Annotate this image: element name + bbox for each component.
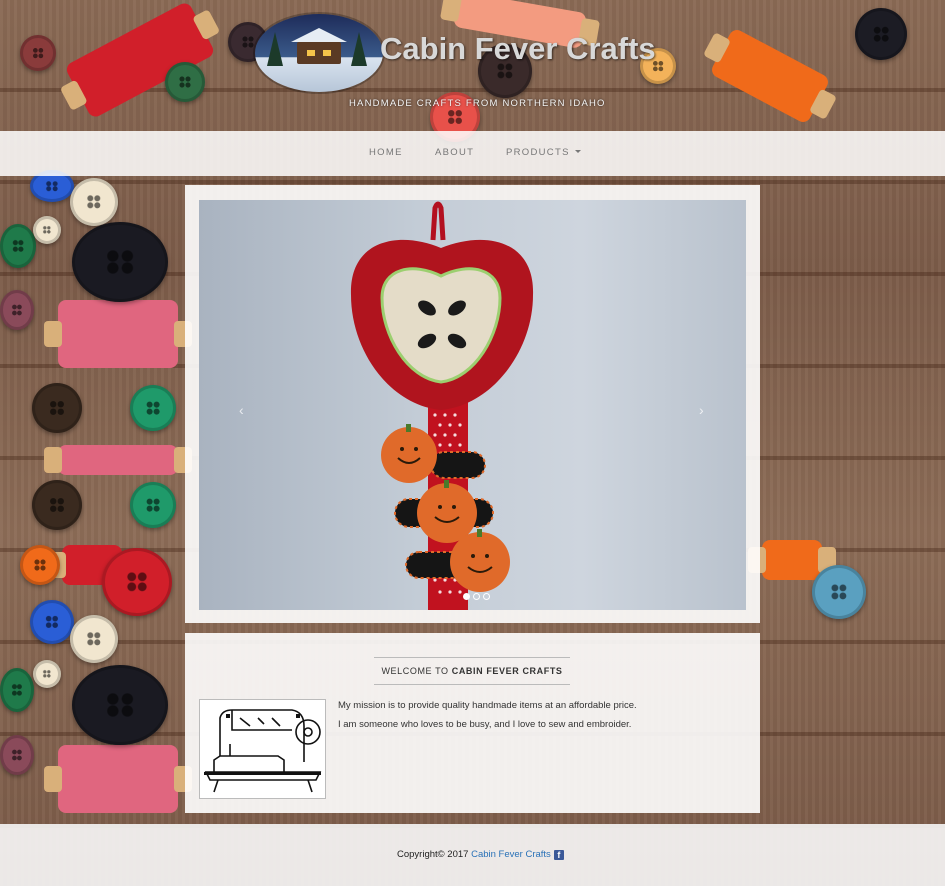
main-navbar: HOME ABOUT PRODUCTS: [0, 131, 945, 176]
welcome-heading: WELCOME TO CABIN FEVER CRAFTS: [374, 657, 570, 685]
site-header: Cabin Fever Crafts HANDMADE CRAFTS FROM …: [0, 0, 945, 130]
mission-statement: My mission is to provide quality handmad…: [338, 700, 637, 711]
thread-spool-red: [62, 545, 122, 585]
thread-spool-pink: [58, 445, 178, 475]
sewing-button: [30, 600, 74, 644]
carousel-indicator-1[interactable]: [463, 593, 470, 600]
carousel-indicator-2[interactable]: [473, 593, 480, 600]
caret-down-icon: [574, 150, 581, 153]
sewing-button: [0, 668, 34, 712]
sewing-machine-image: [199, 699, 326, 799]
thread-spool-pink: [58, 300, 178, 368]
sewing-button: [0, 224, 36, 268]
site-footer: Copyright© 2017 Cabin Fever Crafts f: [0, 824, 945, 886]
copyright-text: Copyright© 2017: [397, 849, 469, 860]
thread-spool-pink: [58, 745, 178, 813]
carousel-indicators: [463, 587, 493, 600]
welcome-section: WELCOME TO CABIN FEVER CRAFTS My mission…: [185, 633, 760, 813]
sewing-machine-icon: [204, 709, 322, 793]
facebook-icon[interactable]: f: [553, 850, 564, 860]
carousel-slide-image: ‹ ›: [199, 200, 746, 610]
footer-copyright: Copyright© 2017 Cabin Fever Crafts f: [397, 849, 564, 860]
apple-pumpkin-hair-clip-holder: [350, 201, 534, 610]
pine-tree-icon: [351, 32, 367, 66]
sewing-button: [32, 480, 82, 530]
cabin-logo-image[interactable]: [255, 14, 383, 92]
site-title[interactable]: Cabin Fever Crafts: [380, 31, 656, 67]
site-tagline: HANDMADE CRAFTS FROM NORTHERN IDAHO: [349, 98, 606, 109]
thread-spool-orange: [762, 540, 822, 580]
cabin-icon: [291, 28, 347, 64]
sewing-button: [20, 545, 60, 585]
sewing-button: [72, 222, 168, 302]
sewing-button: [33, 660, 61, 688]
nav-about[interactable]: ABOUT: [435, 147, 474, 158]
sewing-button: [130, 385, 176, 431]
carousel-indicator-3[interactable]: [483, 593, 490, 600]
sewing-button: [70, 615, 118, 663]
sewing-button: [0, 735, 34, 775]
sewing-button: [0, 290, 34, 330]
sewing-button: [130, 482, 176, 528]
nav-products-dropdown[interactable]: PRODUCTS: [506, 147, 581, 158]
footer-site-link[interactable]: Cabin Fever Crafts: [471, 849, 551, 860]
sewing-button: [72, 665, 168, 745]
carousel-next-arrow[interactable]: ›: [699, 402, 704, 418]
sewing-button: [812, 565, 866, 619]
sewing-button: [32, 383, 82, 433]
sewing-button: [70, 178, 118, 226]
carousel-prev-arrow[interactable]: ‹: [239, 402, 244, 418]
welcome-heading-prefix: WELCOME TO: [381, 666, 449, 676]
sewing-button: [102, 548, 172, 616]
nav-products-label: PRODUCTS: [506, 147, 570, 158]
welcome-heading-name: CABIN FEVER CRAFTS: [451, 666, 563, 676]
nav-home[interactable]: HOME: [369, 147, 403, 158]
product-carousel: ‹ ›: [185, 185, 760, 623]
sewing-button: [33, 216, 61, 244]
about-statement: I am someone who loves to be busy, and I…: [338, 719, 632, 730]
pine-tree-icon: [267, 32, 283, 66]
